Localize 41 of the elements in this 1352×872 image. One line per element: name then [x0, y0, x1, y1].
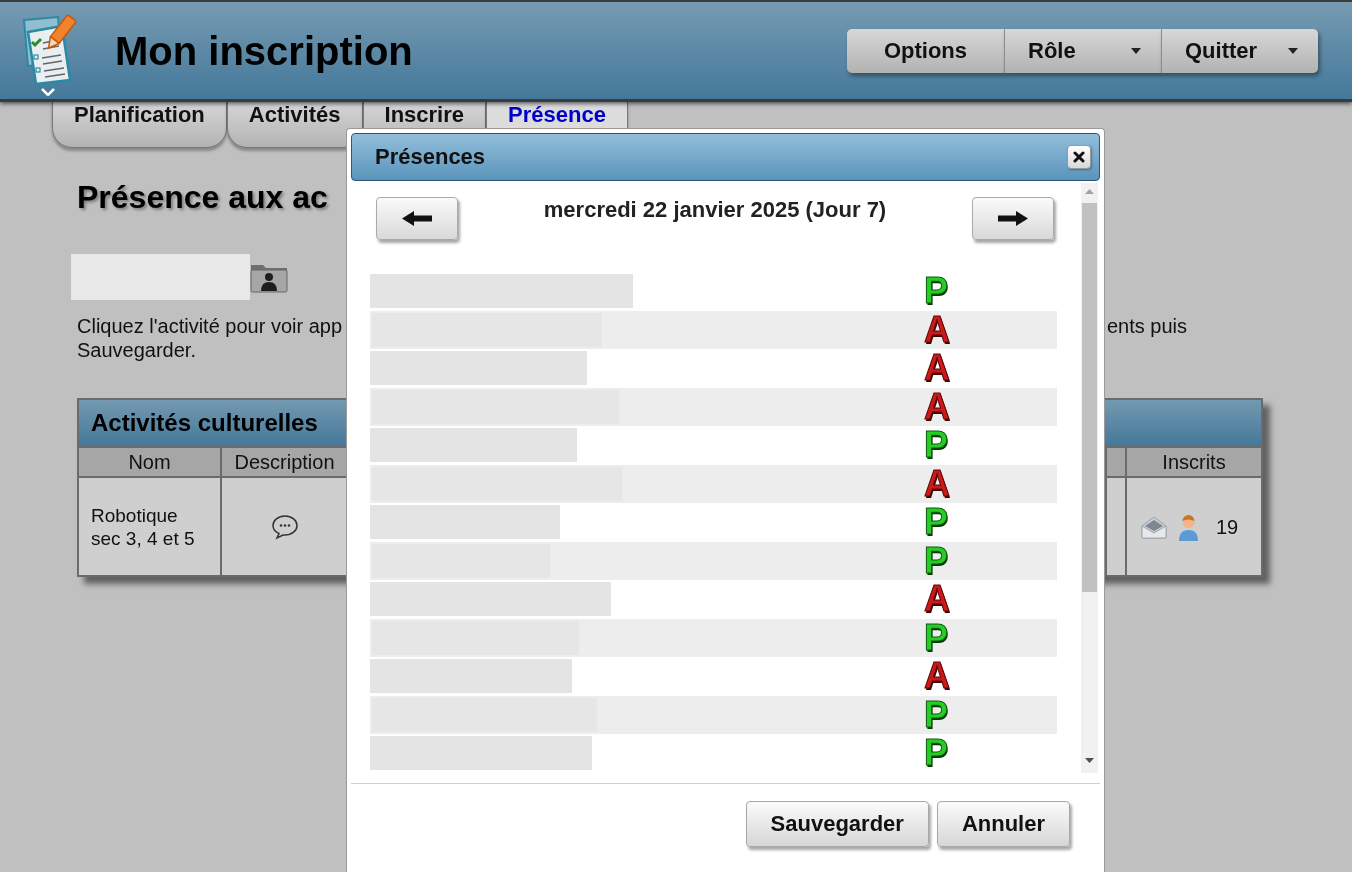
caret-icon[interactable]	[1131, 47, 1141, 54]
dialog-title: Présences	[375, 146, 486, 168]
cancel-button[interactable]: Annuler	[936, 801, 1070, 847]
instruction-text: ents puis	[1106, 314, 1187, 338]
column-header[interactable]: Nom	[79, 448, 220, 476]
menu-button[interactable]: Quitter	[1161, 28, 1318, 73]
page-heading: Présence aux ac	[77, 178, 328, 216]
close-button[interactable]	[1067, 145, 1091, 169]
chevron-down-icon[interactable]	[41, 88, 55, 96]
instruction-text: Cliquez l'activité pour voir app	[77, 314, 343, 338]
instruction-text: Sauvegarder.	[77, 338, 196, 362]
app-title: Mon inscription	[115, 30, 413, 71]
activity-name: Robotique sec 3, 4 et 5	[91, 503, 195, 550]
scrollbar[interactable]	[1081, 183, 1098, 773]
student-row[interactable]: A	[370, 387, 1057, 426]
nav-tab[interactable]: Planification	[52, 102, 227, 148]
previous-day-button[interactable]	[376, 197, 458, 240]
attendance-mark[interactable]: A	[924, 350, 950, 387]
arrow-left-icon[interactable]	[402, 211, 432, 226]
table-title: Activités culturelles	[91, 411, 318, 435]
column-header[interactable]: Inscrits	[1125, 448, 1261, 476]
close-icon[interactable]	[1073, 151, 1085, 163]
next-day-button[interactable]	[972, 197, 1054, 240]
dialog-date: mercredi 22 janvier 2025 (Jour 7)	[543, 197, 887, 223]
student-row[interactable]: A	[370, 310, 1057, 349]
menu-button[interactable]: Options	[847, 28, 1004, 73]
scroll-down-arrow-icon[interactable]	[1085, 758, 1094, 763]
enrolled-count: 19	[1216, 516, 1239, 537]
attendance-mark[interactable]: A	[924, 311, 950, 348]
attendance-mark[interactable]: A	[924, 388, 950, 425]
save-button[interactable]: Sauvegarder	[745, 801, 929, 847]
scrollbar-thumb[interactable]	[1082, 203, 1097, 592]
attendance-mark[interactable]: A	[924, 465, 950, 502]
speech-bubble-icon[interactable]	[270, 513, 299, 540]
student-row[interactable]: A	[370, 464, 1057, 503]
caret-icon[interactable]	[1288, 47, 1298, 54]
arrow-right-icon[interactable]	[998, 211, 1028, 226]
attendance-mark[interactable]: A	[924, 658, 950, 695]
nav-tab[interactable]: Activités	[226, 102, 363, 148]
menu-button[interactable]: Rôle	[1004, 28, 1161, 73]
attendance-mark[interactable]: A	[924, 581, 950, 618]
